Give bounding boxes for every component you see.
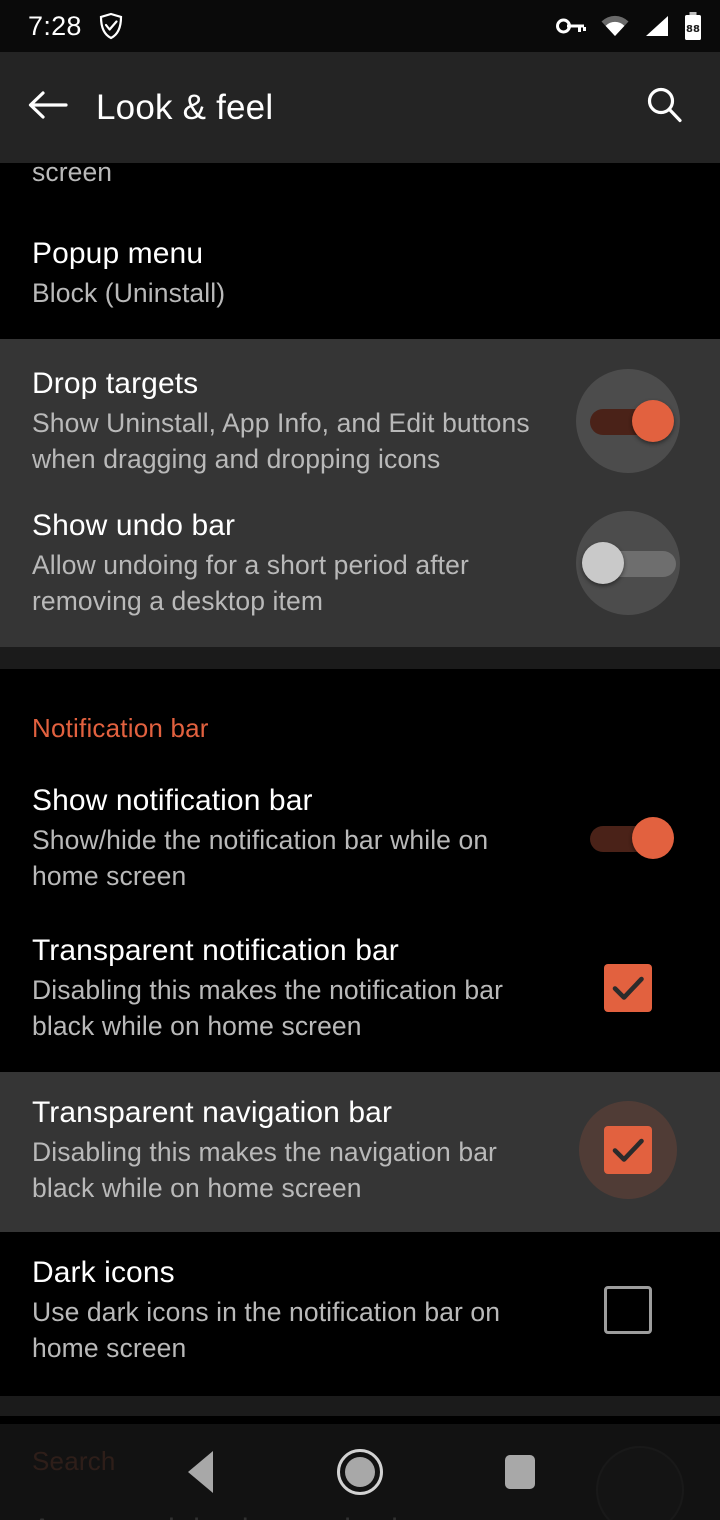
back-arrow-icon [28,88,68,127]
list-item-title: Dark icons [32,1256,175,1290]
list-item-show-notification-bar[interactable]: Show notification bar Show/hide the noti… [0,754,720,918]
list-item-title: Transparent notification bar [32,934,399,968]
list-item-subtitle: Show/hide the notification bar while on … [32,824,489,891]
checkmark-icon [604,1126,652,1179]
checkbox-transparent-notification-bar[interactable] [604,964,652,1013]
list-item-transparent-navigation-bar[interactable]: Transparent navigation bar Disabling thi… [0,1072,720,1233]
search-icon [644,85,684,130]
list-item-drop-targets[interactable]: Drop targets Show Uninstall, App Info, a… [0,339,720,494]
switch-show-notification-bar[interactable] [582,815,674,861]
wifi-icon [600,15,630,37]
list-item-transparent-notification-bar[interactable]: Transparent notification bar Disabling t… [0,918,720,1072]
switch-thumb [632,400,674,443]
section-header-notification-bar: Notification bar [0,669,720,754]
recents-square-icon [505,1455,535,1489]
switch-thumb [582,542,624,585]
battery-level-text: 88 [686,24,700,35]
checkbox-dark-icons[interactable] [604,1286,652,1335]
home-circle-icon [337,1449,383,1495]
toggle-container[interactable] [568,369,688,474]
section-header-label: Notification bar [32,713,209,744]
clipped-row-top[interactable]: screen [0,163,720,205]
list-item-show-undo-bar[interactable]: Show undo bar Allow undoing for a short … [0,493,720,648]
section-divider [0,647,720,670]
list-item-subtitle: Allow undoing for a short period after r… [32,549,469,616]
status-bar: 7:28 88 [0,0,720,52]
list-item-title: Transparent navigation bar [32,1096,393,1130]
nav-back-button[interactable] [158,1430,242,1514]
list-item-dark-icons[interactable]: Dark icons Use dark icons in the notific… [0,1232,720,1396]
checkbox-container[interactable] [568,964,688,1013]
checkmark-icon [604,964,652,1017]
back-triangle-icon [187,1451,213,1493]
nav-home-button[interactable] [318,1430,402,1514]
back-button[interactable] [0,52,96,163]
list-item-subtitle: Disabling this makes the notification ba… [32,974,504,1041]
switch-drop-targets[interactable] [582,398,674,444]
switch-thumb [632,817,674,860]
status-bar-left: 7:28 [28,11,124,42]
toggle-container[interactable] [568,511,688,616]
list-item-title: Show undo bar [32,509,236,543]
settings-list[interactable]: screen Popup menu Block (Uninstall) Drop… [0,163,720,1520]
list-item-title: Show notification bar [32,784,313,818]
phone-screen: 7:28 88 Look & feel screen Popup menu Bl… [0,0,720,1520]
system-navigation-bar [0,1424,720,1520]
list-item-subtitle: Block (Uninstall) [32,277,226,308]
checkbox-container[interactable] [568,1286,688,1335]
cell-signal-icon [644,15,670,37]
status-bar-right: 88 [556,12,702,40]
list-item-subtitle: Use dark icons in the notification bar o… [32,1296,501,1363]
switch-show-undo-bar[interactable] [582,540,676,586]
battery-icon: 88 [684,12,702,40]
page-title: Look & feel [96,87,274,127]
toggle-container[interactable] [568,815,688,861]
list-item-subtitle: Show Uninstall, App Info, and Edit butto… [32,407,530,474]
list-item-subtitle: Disabling this makes the navigation bar … [32,1136,497,1203]
list-item-title: Drop targets [32,367,199,401]
vpn-key-icon [556,16,586,36]
section-divider [0,1396,720,1417]
app-toolbar: Look & feel [0,52,720,163]
list-item-title: Popup menu [32,237,204,270]
clipped-row-subtitle: screen [32,163,113,187]
status-bar-clock: 7:28 [28,10,82,41]
nav-recents-button[interactable] [478,1430,562,1514]
search-button[interactable] [616,52,712,163]
checkbox-container[interactable] [568,1101,688,1200]
shield-check-icon [98,12,124,40]
list-item-popup-menu[interactable]: Popup menu Block (Uninstall) [0,205,720,339]
checkbox-transparent-navigation-bar[interactable] [604,1126,652,1175]
